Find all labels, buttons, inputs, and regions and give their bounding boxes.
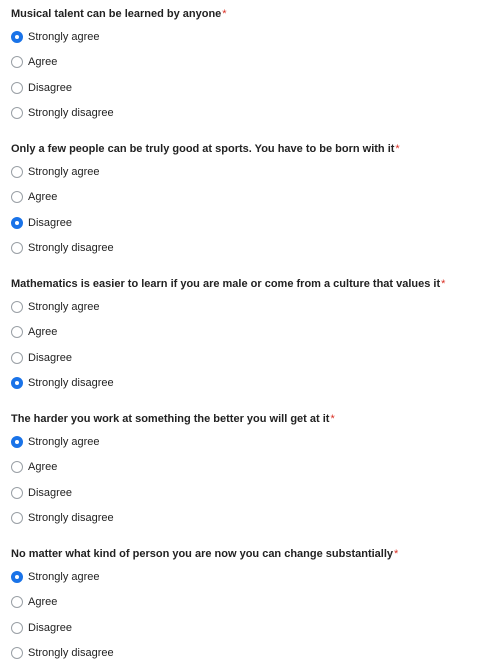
option-label: Agree xyxy=(28,461,58,473)
required-marker: * xyxy=(395,143,400,155)
option-label: Strongly agree xyxy=(28,571,100,583)
radio-button-icon[interactable] xyxy=(11,301,23,313)
option-label: Strongly agree xyxy=(28,166,100,178)
radio-button-icon[interactable] xyxy=(11,82,23,94)
option-agree[interactable]: Agree xyxy=(11,324,57,340)
radio-button-icon[interactable] xyxy=(11,622,23,634)
option-disagree[interactable]: Disagree xyxy=(11,485,72,501)
option-strongly-agree[interactable]: Strongly agree xyxy=(11,164,100,180)
option-label: Agree xyxy=(28,596,58,608)
option-strongly-disagree[interactable]: Strongly disagree xyxy=(11,375,114,391)
option-disagree[interactable]: Disagree xyxy=(11,350,72,366)
radio-button-icon[interactable] xyxy=(11,242,23,254)
radio-button-icon[interactable] xyxy=(11,461,23,473)
question-title: The harder you work at something the bet… xyxy=(11,413,335,425)
radio-button-icon[interactable] xyxy=(11,191,23,203)
radio-button-checked-icon[interactable] xyxy=(11,436,23,448)
option-label: Agree xyxy=(28,191,58,203)
radio-button-icon[interactable] xyxy=(11,166,23,178)
option-disagree[interactable]: Disagree xyxy=(11,620,72,636)
option-label: Disagree xyxy=(28,217,73,229)
question-title: Mathematics is easier to learn if you ar… xyxy=(11,278,446,290)
option-label: Strongly agree xyxy=(28,301,100,313)
radio-button-icon[interactable] xyxy=(11,512,23,524)
radio-button-checked-icon[interactable] xyxy=(11,217,23,229)
option-agree[interactable]: Agree xyxy=(11,594,57,610)
option-strongly-disagree[interactable]: Strongly disagree xyxy=(11,105,114,121)
option-disagree[interactable]: Disagree xyxy=(11,215,72,231)
option-label: Agree xyxy=(28,56,58,68)
question-title: No matter what kind of person you are no… xyxy=(11,548,399,560)
required-marker: * xyxy=(330,413,335,425)
option-strongly-agree[interactable]: Strongly agree xyxy=(11,434,100,450)
radio-button-icon[interactable] xyxy=(11,352,23,364)
option-label: Strongly agree xyxy=(28,31,100,43)
option-agree[interactable]: Agree xyxy=(11,189,57,205)
question-title: Musical talent can be learned by anyone* xyxy=(11,8,227,20)
option-label: Disagree xyxy=(28,352,73,364)
option-strongly-disagree[interactable]: Strongly disagree xyxy=(11,240,114,256)
radio-button-checked-icon[interactable] xyxy=(11,571,23,583)
option-label: Strongly disagree xyxy=(28,377,114,389)
required-marker: * xyxy=(222,8,227,20)
radio-button-icon[interactable] xyxy=(11,326,23,338)
option-disagree[interactable]: Disagree xyxy=(11,80,72,96)
radio-button-icon[interactable] xyxy=(11,647,23,659)
radio-button-icon[interactable] xyxy=(11,56,23,68)
required-marker: * xyxy=(394,548,399,560)
option-strongly-agree[interactable]: Strongly agree xyxy=(11,299,100,315)
option-label: Disagree xyxy=(28,622,73,634)
option-strongly-agree[interactable]: Strongly agree xyxy=(11,569,100,585)
option-strongly-disagree[interactable]: Strongly disagree xyxy=(11,510,114,526)
option-label: Strongly disagree xyxy=(28,242,114,254)
option-agree[interactable]: Agree xyxy=(11,459,57,475)
required-marker: * xyxy=(441,278,446,290)
option-strongly-disagree[interactable]: Strongly disagree xyxy=(11,645,114,661)
radio-button-icon[interactable] xyxy=(11,596,23,608)
option-label: Agree xyxy=(28,326,58,338)
radio-button-checked-icon[interactable] xyxy=(11,31,23,43)
option-label: Strongly disagree xyxy=(28,512,114,524)
option-strongly-agree[interactable]: Strongly agree xyxy=(11,29,100,45)
radio-button-icon[interactable] xyxy=(11,487,23,499)
option-agree[interactable]: Agree xyxy=(11,54,57,70)
option-label: Strongly agree xyxy=(28,436,100,448)
radio-button-checked-icon[interactable] xyxy=(11,377,23,389)
option-label: Disagree xyxy=(28,487,73,499)
option-label: Disagree xyxy=(28,82,73,94)
question-title: Only a few people can be truly good at s… xyxy=(11,143,400,155)
radio-button-icon[interactable] xyxy=(11,107,23,119)
option-label: Strongly disagree xyxy=(28,647,114,659)
option-label: Strongly disagree xyxy=(28,107,114,119)
